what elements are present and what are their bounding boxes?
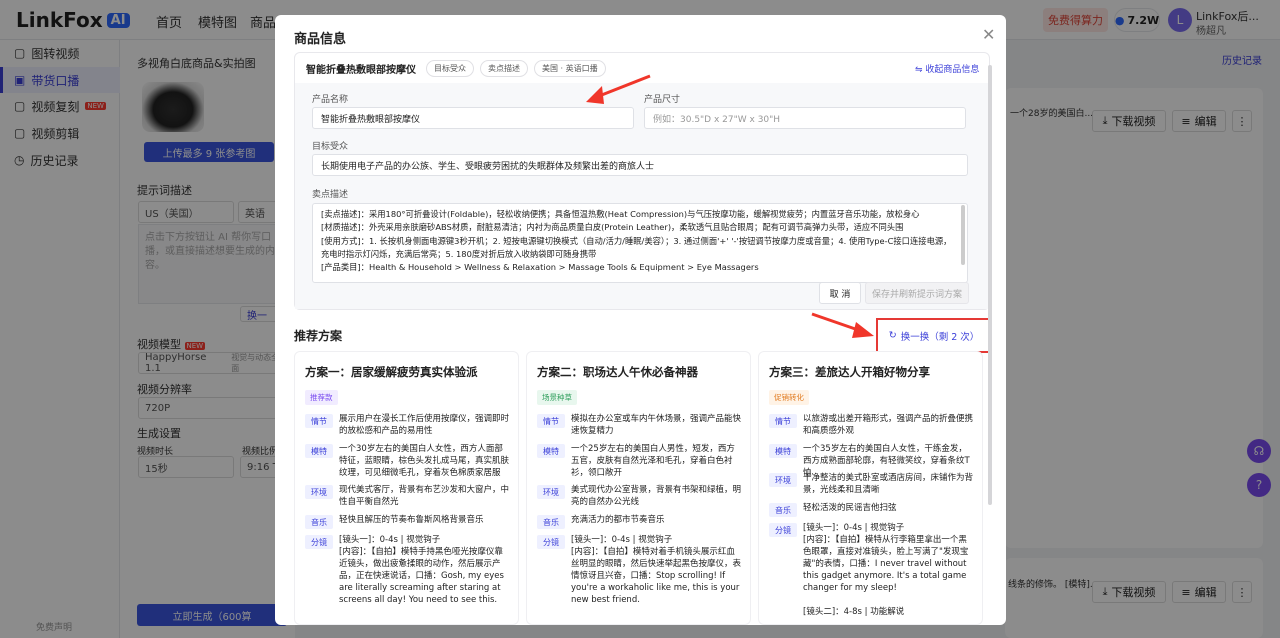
annotation-arrow-1 [586, 74, 651, 104]
collapse-product-link[interactable]: ⇋ 收起商品信息 [915, 62, 979, 75]
row-key: 模特 [305, 444, 333, 458]
link-icon: ⇋ [915, 65, 923, 75]
audience-label: 目标受众 [312, 142, 349, 152]
plan-title: 方案一：居家缓解疲劳真实体验派 [305, 365, 478, 379]
tag-selling: 卖点描述 [480, 59, 528, 77]
row-key: 情节 [769, 414, 797, 428]
save-refresh-button[interactable]: 保存并刷新提示词方案 [865, 282, 969, 304]
row-key: 分镜 [769, 523, 797, 537]
row-value: [镜头一]：0-4s | 视觉钩子 [内容]：【自拍】模特手持黑色哑光按摩仪靠近… [339, 535, 504, 605]
selling-line: [卖点描述]：采用180°可折叠设计(Foldable)，轻松收纳便携；具备恒温… [321, 209, 920, 219]
row-value: 一个30岁左右的美国白人女性，西方人面部特征，蓝眼睛，棕色头发扎成马尾，真实肌肤… [339, 444, 510, 478]
plan-title: 方案三：差旅达人开箱好物分享 [769, 365, 930, 379]
row-value: 现代美式客厅，背景有布艺沙发和大窗户，中性自平衡自然光 [339, 485, 510, 507]
plan-title: 方案二：职场达人午休必备神器 [537, 365, 698, 379]
product-form: 产品名称 智能折叠热敷眼部按摩仪 产品尺寸 例如：30.5"D x 27"W x… [295, 83, 989, 309]
row-value: 以旅游或出差开箱形式，强调产品的折叠便携和高质感外观 [803, 414, 974, 436]
plan-card-1[interactable]: 方案一：居家缓解疲劳真实体验派 推荐款 情节 展示用户在漫长工作后使用按摩仪，强… [294, 351, 519, 625]
audience-input[interactable]: 长期使用电子产品的办公族、学生、受眼疲劳困扰的失眠群体及频繁出差的商旅人士 [312, 154, 968, 176]
product-name-input[interactable]: 智能折叠热敷眼部按摩仪 [312, 107, 634, 129]
selling-label: 卖点描述 [312, 190, 349, 200]
name-label: 产品名称 [312, 95, 349, 105]
tag-audience: 目标受众 [426, 59, 474, 77]
row-key: 环境 [537, 485, 565, 499]
row-key: 模特 [537, 444, 565, 458]
product-size-input[interactable]: 例如：30.5"D x 27"W x 30"H [644, 107, 966, 129]
product-name-title: 智能折叠热敷眼部按摩仪 [306, 64, 416, 76]
row-value: 展示用户在漫长工作后使用按摩仪，强调即时的放松感和产品的易用性 [339, 414, 510, 436]
plan-card-2[interactable]: 方案二：职场达人午休必备神器 场景种草 情节 模拟在办公室或车内午休场景，强调产… [526, 351, 751, 625]
row-key: 情节 [305, 414, 333, 428]
row-key: 环境 [769, 473, 797, 487]
plan-tag: 促销转化 [769, 390, 809, 405]
plan-tag: 场景种草 [537, 390, 577, 405]
close-icon[interactable]: ✕ [982, 25, 995, 44]
refresh-button[interactable]: ↻ 换一换（剩 2 次） [876, 318, 992, 353]
row-key: 分镜 [537, 535, 565, 549]
refresh-icon: ↻ [888, 330, 897, 341]
modal-scrollbar[interactable] [988, 65, 992, 505]
row-key: 环境 [305, 485, 333, 499]
row-key: 分镜 [305, 535, 333, 549]
row-value: [镜头一]：0-4s | 视觉钩子 [内容]：【自拍】模特从行李箱里拿出一个黑色… [803, 523, 969, 617]
selling-line: [材质描述]：外壳采用亲肤磨砂ABS材质，耐脏易清洁；内衬为商品质量白皮(Pro… [321, 222, 904, 233]
row-key: 音乐 [769, 503, 797, 517]
row-value: 一个25岁左右的美国白人男性，短发，西方五官，皮肤有自然光泽和毛孔，穿着白色衬衫… [571, 444, 735, 478]
plan-tag: 推荐款 [305, 390, 338, 405]
row-value: 轻松活泼的民谣吉他扫弦 [803, 503, 897, 513]
selling-line: [使用方式]：1. 长按机身侧面电源键3秒开机；2. 短按电源键切换模式（自动/… [321, 235, 952, 259]
row-value: 干净整洁的美式卧室或酒店房间，床铺作为背景，光线柔和且清晰 [803, 473, 974, 495]
cancel-button[interactable]: 取 消 [819, 282, 861, 304]
row-value: 充满活力的都市节奏音乐 [571, 515, 665, 525]
row-key: 音乐 [537, 515, 565, 529]
recommend-title: 推荐方案 [294, 329, 343, 343]
selling-line: [产品类目]：Health & Household > Wellness & R… [321, 262, 759, 273]
plan-card-3[interactable]: 方案三：差旅达人开箱好物分享 促销转化 情节 以旅游或出差开箱形式，强调产品的折… [758, 351, 983, 625]
textarea-scrollbar[interactable] [961, 205, 965, 265]
refresh-label: 换一换（剩 2 次） [900, 331, 980, 343]
row-key: 音乐 [305, 515, 333, 529]
row-key: 模特 [769, 444, 797, 458]
row-value: [镜头一]：0-4s | 视觉钩子 [内容]：【自拍】模特对着手机镜头展示红血丝… [571, 535, 742, 605]
annotation-arrow-2 [811, 312, 874, 338]
row-value: 美式现代办公室背景，背景有书架和绿植，明亮的自然办公光线 [571, 485, 742, 507]
selling-textarea[interactable]: [卖点描述]：采用180°可折叠设计(Foldable)，轻松收纳便携；具备恒温… [312, 203, 968, 283]
row-value: 模拟在办公室或车内午休场景，强调产品能快速恢复精力 [571, 414, 742, 436]
row-value: 轻快且解压的节奏布鲁斯风格背景音乐 [339, 515, 484, 525]
row-key: 情节 [537, 414, 565, 428]
modal-title: 商品信息 [294, 32, 347, 47]
